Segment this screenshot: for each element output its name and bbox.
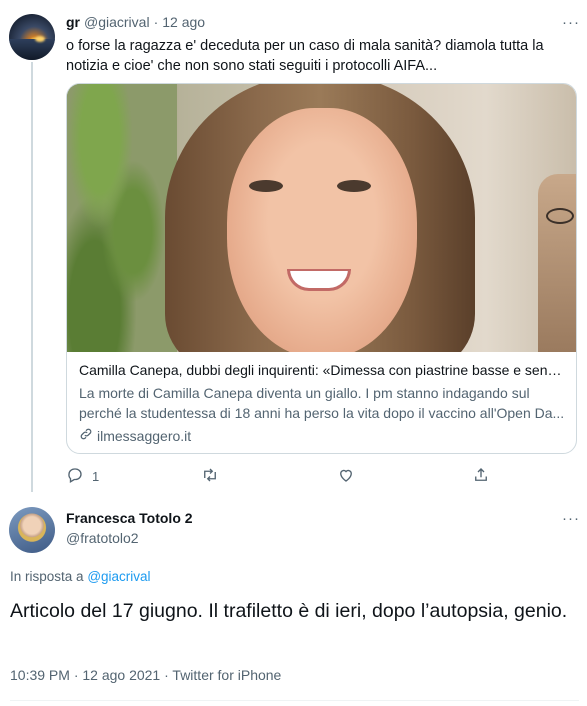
- separator-dot: ·: [153, 14, 159, 30]
- reply-handle-link[interactable]: @giacrival: [87, 569, 150, 584]
- reply-button[interactable]: 1: [66, 466, 99, 487]
- avatar-sun: [35, 36, 45, 42]
- tweet-time[interactable]: 12 ago: [162, 14, 205, 30]
- like-icon: [337, 466, 355, 487]
- share-button[interactable]: [472, 466, 490, 487]
- card-image-background-person: [538, 174, 576, 352]
- card-description: La morte di Camilla Canepa diventa un gi…: [79, 385, 565, 421]
- reply-icon: [66, 466, 84, 487]
- share-icon: [472, 466, 490, 487]
- author-name[interactable]: Francesca Totolo 2: [66, 510, 193, 526]
- author-handle[interactable]: @fratotolo2: [66, 530, 139, 546]
- author-name[interactable]: gr: [66, 14, 80, 30]
- avatar[interactable]: [9, 507, 55, 553]
- reply-count: 1: [92, 469, 100, 484]
- card-image-eye-left: [249, 180, 283, 192]
- card-domain-row: ilmessaggero.it: [79, 426, 567, 446]
- link-icon: [79, 426, 93, 446]
- tweet-text: o forse la ragazza e' deceduta per un ca…: [66, 38, 544, 74]
- card-image: [67, 84, 576, 352]
- tweet-text: Articolo del 17 giugno. Il trafiletto è …: [10, 600, 568, 622]
- reply-context: In risposta a @giacrival: [10, 569, 151, 584]
- tweet-meta[interactable]: 10:39 PM · 12 ago 2021 · Twitter for iPh…: [10, 667, 281, 683]
- divider: [10, 700, 579, 701]
- card-domain: ilmessaggero.it: [97, 428, 192, 444]
- thread-connector-line: [31, 62, 33, 492]
- avatar[interactable]: [9, 14, 55, 60]
- retweet-icon: [201, 466, 219, 487]
- tweet-header: gr @giacrival · 12 ago: [66, 14, 205, 30]
- card-image-face: [227, 108, 417, 352]
- card-body: Camilla Canepa, dubbi degli inquirenti: …: [79, 360, 567, 446]
- more-icon[interactable]: ···: [562, 14, 580, 31]
- reply-prefix: In risposta a: [10, 569, 84, 584]
- retweet-button[interactable]: [201, 466, 227, 487]
- avatar-sea: [9, 38, 55, 60]
- card-image-glasses: [546, 208, 574, 224]
- like-button[interactable]: [337, 466, 363, 487]
- more-icon[interactable]: ···: [562, 510, 580, 527]
- card-image-eye-right: [337, 180, 371, 192]
- card-image-foliage: [67, 84, 177, 352]
- link-preview-card[interactable]: Camilla Canepa, dubbi degli inquirenti: …: [66, 83, 577, 454]
- author-handle[interactable]: @giacrival: [84, 14, 150, 30]
- card-title: Camilla Canepa, dubbi degli inquirenti: …: [79, 362, 567, 378]
